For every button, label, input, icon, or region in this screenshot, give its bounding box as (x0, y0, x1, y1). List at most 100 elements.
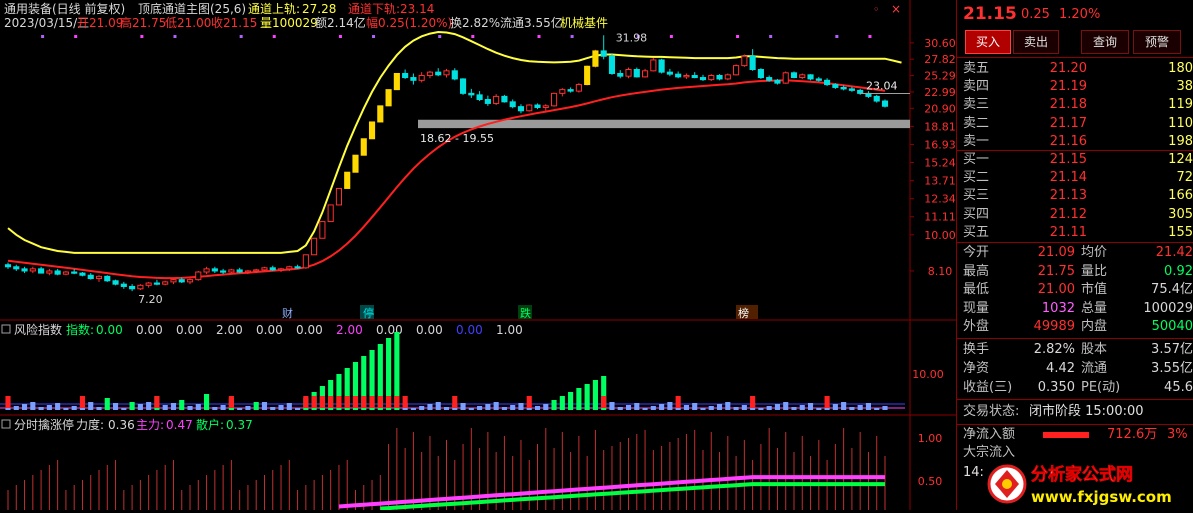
stat-label: 最低 (963, 282, 990, 298)
sell-button[interactable]: 卖出 (1013, 30, 1059, 54)
candle-body (137, 284, 144, 290)
close-icon[interactable]: × (891, 2, 901, 16)
risk-bar-red (824, 396, 830, 408)
indicator-name: 顶底通道主图(25,6) (138, 1, 246, 16)
risk-bar (741, 405, 747, 410)
query-button[interactable]: 查询 (1081, 30, 1129, 54)
candle-body (650, 59, 657, 72)
order-book-row[interactable]: 买一 21.15 124 (957, 151, 1193, 169)
risk-bar-red (344, 396, 350, 408)
band-annotation: 18.62 - 19.55 (420, 132, 494, 145)
risk-bar (121, 408, 127, 410)
stats2-row: 收益(三) 0.350 PE(动) 45.6 (957, 379, 1193, 397)
candle-body (542, 105, 549, 108)
stat-value-2: 3.55亿 (1151, 361, 1193, 376)
order-book-row[interactable]: 买五 21.11 155 (957, 224, 1193, 242)
order-book-volume: 198 (1168, 133, 1193, 149)
risk-bar-red (361, 396, 367, 408)
candle-body (29, 268, 36, 272)
candle (658, 58, 665, 74)
stats-row: 外盘 49989 内盘 50040 (957, 318, 1193, 336)
candle-body (443, 70, 450, 76)
risk-bar (526, 408, 532, 410)
stat-value-2: 45.6 (1164, 380, 1193, 395)
risk-bar-red (601, 396, 607, 408)
risk-bar (609, 402, 615, 410)
risk-bar-red (303, 396, 309, 408)
candle-body (559, 89, 566, 94)
y-tick-label: 13.71 (924, 175, 956, 188)
risk-bar (874, 408, 880, 410)
risk-bar (592, 380, 598, 410)
candle (195, 270, 202, 281)
candle (112, 279, 119, 286)
stat-label-2: 量比 (1081, 263, 1108, 279)
y-tick-label: 18.81 (924, 120, 956, 133)
ohlc-info-line: 2023/03/15/三 开21.09 高21.75 低21.00 收21.15… (4, 15, 608, 30)
candle-body (104, 275, 111, 282)
risk-bar (71, 406, 77, 410)
risk-bar (146, 402, 152, 410)
signal-dot (74, 35, 78, 38)
order-book-side: 买一 (963, 152, 990, 167)
buy-button[interactable]: 买入 (965, 30, 1011, 54)
risk-value: 0.00 (256, 323, 283, 337)
order-book-row[interactable]: 买二 21.14 72 (957, 169, 1193, 187)
stat-value-2: 75.4亿 (1151, 282, 1193, 298)
order-book-row[interactable]: 卖一 21.16 198 (957, 133, 1193, 151)
candle-body (642, 70, 649, 78)
signal-dot (769, 35, 773, 38)
marker-finance[interactable]: 财 (282, 306, 293, 320)
alert-button[interactable]: 预警 (1133, 30, 1181, 54)
risk-bar (170, 403, 177, 410)
marker-ranking[interactable]: 榜 (738, 306, 749, 320)
chart-canvas[interactable]: 通用装备(日线 前复权) 顶底通道主图(25,6) 通道上轨: 27.28 通道… (0, 0, 956, 511)
stats2-row: 净资 4.42 流通 3.55亿 (957, 360, 1193, 378)
risk-bar-red (5, 396, 11, 408)
order-book-row[interactable]: 卖三 21.18 119 (957, 96, 1193, 114)
candle-body (766, 77, 773, 81)
order-book-row[interactable]: 买四 21.12 305 (957, 206, 1193, 224)
candle-body (38, 268, 45, 274)
risk-bar-red (328, 396, 334, 408)
stat-label: 收益(三) (963, 380, 1013, 395)
candle-body (13, 266, 20, 270)
candle-body (633, 69, 640, 78)
candle-body (4, 264, 12, 268)
order-book-row[interactable]: 买三 21.13 166 (957, 187, 1193, 205)
candle-body (476, 94, 483, 100)
main-force-label: 主力: (136, 418, 164, 432)
risk-bar (617, 407, 623, 410)
candle (881, 99, 889, 108)
marker-drop[interactable]: 跌 (520, 306, 531, 320)
candle-body (617, 72, 624, 77)
risk-bar-red (79, 396, 86, 408)
risk-bar (195, 404, 201, 410)
order-book-volume: 180 (1168, 61, 1193, 76)
candle (650, 58, 657, 72)
order-book-row[interactable]: 卖二 21.17 110 (957, 115, 1193, 133)
order-book-volume: 124 (1168, 152, 1193, 167)
risk-bar (477, 406, 483, 410)
candle (311, 237, 318, 256)
settings-icon[interactable]: ◦ (873, 3, 880, 16)
marker-halt[interactable]: 停 (363, 306, 374, 320)
stats-row: 现量 1032 总量 100029 (957, 300, 1193, 318)
risk-bar (501, 407, 507, 410)
signal-dot (372, 35, 376, 38)
candle-body (683, 75, 690, 78)
candle-body (435, 71, 442, 76)
order-book-row[interactable]: 卖五 21.20 180 (957, 60, 1193, 78)
price-change: 0.25 (1021, 7, 1050, 22)
stat-label-2: 总量 (1081, 300, 1108, 316)
stat-value-2: 21.42 (1155, 245, 1193, 260)
risk-axis-label: 10.00 (912, 368, 944, 381)
order-book-price: 21.20 (1049, 61, 1087, 76)
candle-body (600, 50, 607, 57)
upper-label: 通道上轨: (248, 2, 300, 16)
candle-body (327, 204, 334, 223)
risk-bar (584, 384, 590, 410)
risk-bar (725, 402, 731, 410)
risk-bar (237, 408, 243, 410)
order-book-row[interactable]: 卖四 21.19 38 (957, 78, 1193, 96)
